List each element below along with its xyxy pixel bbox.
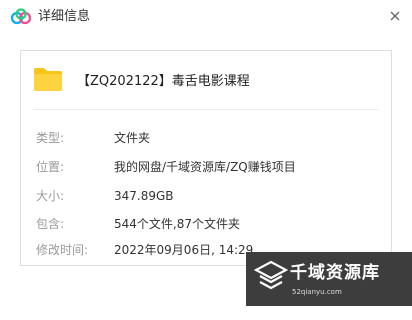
close-button[interactable] [384, 4, 406, 26]
title-bar: 详细信息 [0, 0, 412, 34]
contains-label: 包含: [36, 217, 65, 231]
type-value: 文件夹 [114, 131, 151, 145]
size-label: 大小: [36, 189, 65, 203]
location-label: 位置: [36, 160, 65, 174]
detail-row-size: 大小: 347.89GB [21, 187, 393, 205]
size-value: 347.89GB [114, 189, 174, 203]
cloud-logo-icon [10, 8, 32, 26]
details-dialog: 详细信息 【ZQ202122】毒舌电影课程 类型: 文件夹 位置: 我的网盘/千… [0, 0, 412, 320]
modified-label: 修改时间: [36, 243, 89, 257]
close-icon [390, 6, 400, 25]
dialog-title: 详细信息 [38, 9, 91, 24]
watermark-logo-icon [253, 260, 289, 294]
detail-row-location: 位置: 我的网盘/千域资源库/ZQ赚钱项目 [21, 158, 393, 176]
watermark-subtext: 52qianyu.com [292, 288, 342, 296]
detail-row-type: 类型: 文件夹 [21, 129, 393, 147]
type-label: 类型: [36, 131, 65, 145]
folder-icon [32, 64, 64, 94]
detail-row-contains: 包含: 544个文件,87个文件夹 [21, 215, 393, 233]
modified-value: 2022年09月06日, 14:29 [114, 243, 254, 257]
file-name: 【ZQ202122】毒舌电影课程 [77, 74, 250, 89]
details-panel: 【ZQ202122】毒舌电影课程 类型: 文件夹 位置: 我的网盘/千域资源库/… [20, 50, 392, 266]
contains-value: 544个文件,87个文件夹 [114, 217, 240, 231]
divider [33, 109, 379, 110]
location-value: 我的网盘/千域资源库/ZQ赚钱项目 [114, 160, 296, 174]
watermark-text: 千域资源库 [290, 263, 380, 283]
watermark: 千域资源库 52qianyu.com [246, 252, 412, 306]
